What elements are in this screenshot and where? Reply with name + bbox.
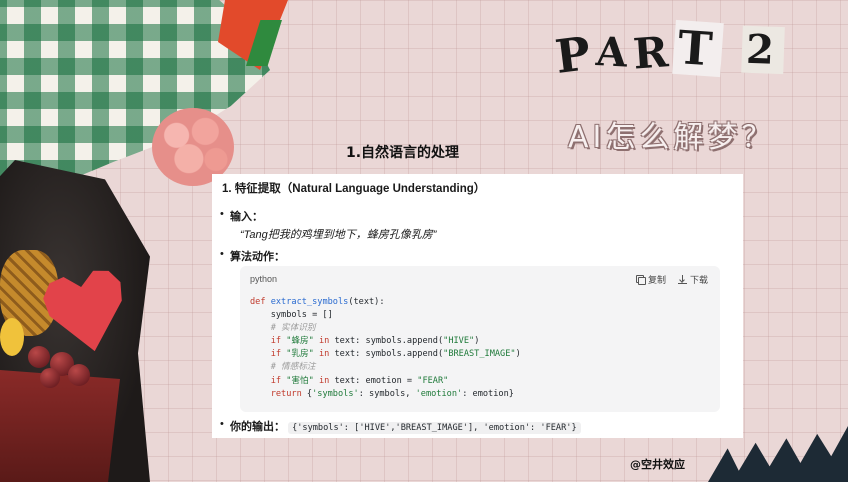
- output-item: 你的输出： {'symbols': ['HIVE','BREAST_IMAGE'…: [220, 418, 581, 434]
- copy-button[interactable]: 复制: [636, 273, 666, 286]
- code-content: def extract_symbols(text): symbols = [] …: [250, 296, 521, 401]
- code-line: # 实体识别: [250, 322, 521, 335]
- part-title: PART 2: [552, 19, 785, 84]
- part-letter: A: [594, 28, 634, 77]
- algorithm-item: 算法动作：: [220, 248, 285, 264]
- code-block-header: python 复制 下载: [240, 266, 720, 292]
- code-line: symbols = []: [250, 309, 521, 322]
- input-label: 输入：: [230, 211, 263, 223]
- code-token: "HIVE": [443, 336, 475, 347]
- code-token: "乳房": [286, 349, 314, 360]
- author-credit: @空井效应: [630, 458, 685, 471]
- cherry-image: [28, 346, 50, 368]
- download-button[interactable]: 下载: [678, 273, 708, 286]
- code-block: python 复制 下载 def extract_symbols(text): …: [240, 266, 720, 412]
- code-token: symbols = []: [250, 310, 333, 321]
- code-token: 'emotion': [415, 388, 463, 399]
- code-line: return {'symbols': symbols, 'emotion': e…: [250, 388, 521, 401]
- code-token: # 实体识别: [250, 323, 316, 334]
- code-token: in: [313, 336, 335, 347]
- code-token: : symbols,: [358, 388, 416, 399]
- code-token: "害怕": [286, 375, 314, 386]
- input-item: 输入：: [220, 208, 263, 224]
- cherry-image: [68, 364, 90, 386]
- part-number: 2: [741, 25, 785, 75]
- code-token: if: [270, 336, 287, 347]
- code-line: # 情感标注: [250, 361, 521, 374]
- code-token: ): [515, 349, 521, 360]
- page-subtitle: AI怎么解梦？: [568, 120, 776, 155]
- download-icon: [678, 275, 687, 284]
- part-letter: R: [631, 26, 676, 79]
- code-token: "蜂房": [286, 336, 314, 347]
- output-code: {'symbols': ['HIVE','BREAST_IMAGE'], 'em…: [288, 422, 581, 434]
- code-token: text: symbols.append(: [334, 336, 444, 347]
- code-token: "FEAR": [417, 375, 449, 386]
- card-heading: 1. 特征提取（Natural Language Understanding）: [222, 183, 486, 195]
- code-language-label: python: [250, 274, 278, 284]
- code-token: extract_symbols: [270, 297, 349, 307]
- cherry-image: [40, 368, 60, 388]
- algorithm-label: 算法动作：: [230, 251, 285, 263]
- code-token: ): [474, 336, 480, 347]
- code-line: if "乳房" in text: symbols.append("BREAST_…: [250, 348, 521, 361]
- bowl-image: [0, 370, 120, 482]
- code-token: # 情感标注: [250, 362, 316, 373]
- code-token: : emotion}: [462, 388, 514, 399]
- copy-button-label: 复制: [648, 275, 667, 285]
- code-line: def extract_symbols(text):: [250, 296, 521, 309]
- code-line: if "蜂房" in text: symbols.append("HIVE"): [250, 335, 521, 348]
- part-letter: P: [552, 25, 600, 84]
- code-token: def: [250, 297, 271, 307]
- section-title: 1.自然语言的处理: [346, 145, 460, 161]
- lemon-image: [0, 318, 24, 356]
- code-token: text: symbols.append(: [334, 349, 444, 360]
- code-token: 'symbols': [312, 388, 359, 399]
- chat-screenshot-card: 1. 特征提取（Natural Language Understanding） …: [212, 174, 743, 438]
- code-token: in: [313, 349, 335, 360]
- code-token: (text):: [348, 297, 385, 307]
- code-token: "BREAST_IMAGE": [443, 349, 516, 360]
- code-token: if: [270, 375, 287, 386]
- code-token: in: [313, 375, 335, 386]
- copy-icon: [636, 275, 646, 285]
- code-token: return: [270, 388, 307, 399]
- code-token: text: emotion =: [334, 375, 418, 386]
- output-label: 你的输出：: [230, 421, 285, 433]
- code-line: if "害怕" in text: emotion = "FEAR": [250, 375, 521, 388]
- part-letter: T: [671, 19, 724, 78]
- code-token: if: [270, 349, 287, 360]
- download-button-label: 下载: [690, 275, 709, 285]
- input-quote: “Tang把我的鸡埋到地下，蜂房孔像乳房”: [240, 229, 437, 241]
